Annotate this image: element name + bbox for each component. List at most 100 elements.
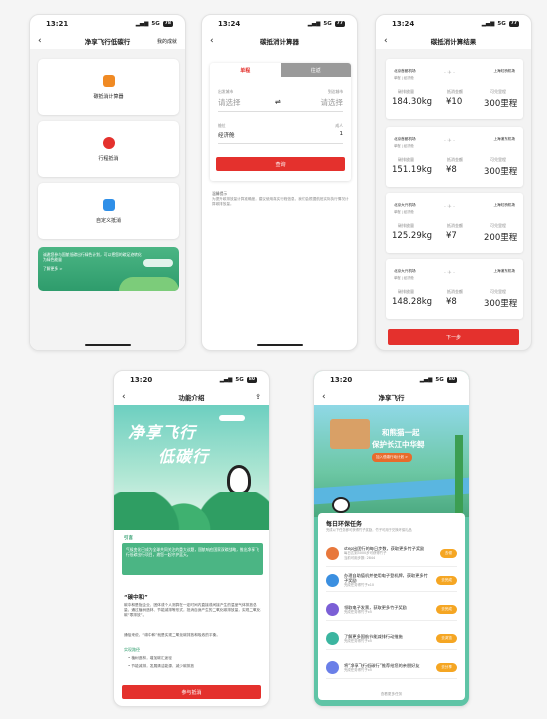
origin-airport: 北京首都机场	[394, 137, 416, 141]
nav-bar: ‹ 碳抵消计算器	[202, 33, 357, 49]
task-text: 领取电子发票，获取更多竹子奖励 完成任务得竹子x5	[344, 605, 431, 615]
task-subtitle: 完成任务得竹子x5	[344, 667, 372, 672]
plane-illustration	[143, 259, 173, 267]
tab-one-way[interactable]: 单程	[210, 63, 281, 77]
nav-bar: ‹ 净享飞行	[314, 389, 469, 405]
amount-label: 抵消金额	[447, 223, 463, 228]
task-action-button[interactable]: 去浏览	[436, 634, 457, 643]
carbon-label: 碳排放量	[398, 223, 414, 228]
tab-round-trip[interactable]: 往返	[280, 63, 351, 77]
screen-calc-results: 13:24 ▂▄▆ 5G 77 ‹ 碳抵消计算结果 北京首都机场 单程 | 经济舱 - …	[375, 14, 532, 351]
destination-airport: 上海虹桥机场	[493, 69, 515, 73]
signal-icon: ▂▄▆	[219, 377, 233, 383]
battery-icon: 77	[508, 21, 519, 27]
screen-eco-tasks: 13:20 ▂▄▆ 5G 80 ‹ 净享飞行 和熊猫一起 保护长江中华鲟 加入低碳行…	[313, 370, 470, 707]
arrive-city-input[interactable]: 请选择	[321, 97, 344, 108]
carbon-label: 碳排放量	[398, 289, 414, 294]
task-subtitle: 完成任务得竹子x5	[344, 638, 372, 643]
screen-low-carbon-home: 13:21 ▂▄▆ 5G 78 ‹ 净享飞行低碳行 我的成就 碳抵消计算器 行程抵消…	[29, 14, 186, 351]
my-achievements-link[interactable]: 我的成就	[155, 38, 177, 45]
network-type: 5G	[497, 21, 506, 27]
cabin-select[interactable]: 经济舱	[218, 131, 235, 139]
result-card: 北京大兴机场 单程 | 经济舱 - ✈ - 上海浦东机场 碳排放量 抵消金额 可兑里程 148…	[386, 259, 523, 319]
status-bar: 13:20 ▂▄▆ 5G 80	[114, 371, 269, 389]
plane-icon: - ✈ -	[444, 70, 455, 76]
banner-text: 诚邀您参与国航低碳出行绿色计划，可以把您的碳足迹转化为绿色能量	[43, 252, 142, 262]
clock: 13:24	[392, 20, 415, 28]
origin-airport: 北京首都机场	[394, 69, 416, 73]
participate-button[interactable]: 参与抵消	[122, 685, 261, 699]
clock: 13:20	[330, 376, 353, 384]
miles-value: 200里程	[484, 233, 518, 243]
trees-illustration	[114, 492, 269, 530]
task-row: 了解更多国航节能减排行动措施 完成任务得竹子x5 去浏览	[326, 628, 457, 650]
house-illustration	[330, 419, 370, 449]
task-action-button[interactable]: 去完成	[436, 576, 457, 585]
tip-text: 为提升碳排放量计算准确度，建议使用真实行程信息，我们会根据航班实际执行情况计算碳…	[212, 197, 349, 206]
next-button[interactable]: 下一步	[388, 329, 519, 345]
custom-offset-card[interactable]: 自定义抵消	[38, 183, 179, 239]
page-title: 碳抵消计算器	[260, 38, 299, 46]
task-action-button[interactable]: 去分享	[436, 663, 457, 672]
back-icon[interactable]: ‹	[210, 36, 232, 46]
method-item: • 节能减排，发展清洁能源、减少碳排放	[128, 664, 195, 668]
back-icon[interactable]: ‹	[38, 36, 60, 46]
status-bar: 13:24 ▂▄▆ 5G 77	[202, 15, 357, 33]
task-steps: 当前可用步数: 2844	[344, 556, 376, 560]
battery-icon: 77	[334, 21, 345, 27]
plane-illustration	[219, 415, 245, 421]
custom-offset-label: 自定义抵消	[95, 217, 121, 224]
trip-type: 单程 | 经济舱	[394, 76, 414, 80]
task-action-button[interactable]: 去完成	[436, 605, 457, 614]
trip-icon	[102, 136, 115, 149]
origin-airport: 北京大兴机场	[394, 269, 416, 273]
back-icon[interactable]: ‹	[322, 392, 344, 402]
method-text: 节能减排，发展清洁能源、减少碳排放	[131, 664, 195, 668]
more-tasks-link[interactable]: 查看更多任务	[318, 692, 465, 697]
page-title: 功能介绍	[178, 394, 205, 402]
carbon-value: 125.29kg	[392, 231, 433, 241]
form-panel: 单程 往返 出发城市 到达城市 请选择 ⇌ 请选择 舱位 成人 经济舱 1 查询	[210, 63, 351, 181]
destination-airport: 上海浦东机场	[493, 269, 515, 273]
result-card: 北京大兴机场 单程 | 经济舱 - ✈ - 上海虹桥机场 碳排放量 抵消金额 可兑里程 125…	[386, 193, 523, 253]
battery-icon: 80	[246, 377, 257, 383]
section-text-2: 通俗来说，“碳中和”就是实现二氧化碳排放和吸收的平衡。	[124, 633, 221, 637]
carbon-label: 碳排放量	[398, 157, 414, 162]
task-action-button[interactable]: 去领	[439, 549, 457, 558]
section-heading: “碳中和”	[124, 595, 148, 601]
carbon-value: 184.30kg	[392, 97, 433, 107]
task-subtitle: 完成任务得竹子x5	[344, 609, 372, 614]
query-button[interactable]: 查询	[216, 157, 345, 171]
adult-count[interactable]: 1	[340, 131, 344, 137]
back-icon[interactable]: ‹	[122, 392, 144, 402]
network-type: 5G	[151, 21, 160, 27]
divider	[218, 111, 343, 112]
task-icon	[326, 547, 339, 560]
network-type: 5G	[323, 21, 332, 27]
task-icon	[326, 574, 339, 587]
amount-label: 抵消金额	[447, 157, 463, 162]
miles-label: 可兑里程	[490, 223, 506, 228]
hero-banner: 和熊猫一起 保护长江中华鲟 加入低碳行动计划 >	[314, 405, 469, 517]
swap-icon[interactable]: ⇌	[275, 98, 281, 106]
task-icon	[326, 603, 339, 616]
origin-airport: 北京大兴机场	[394, 203, 416, 207]
signal-icon: ▂▄▆	[307, 21, 321, 27]
methods-heading: 实现路径	[124, 647, 140, 652]
home-indicator	[256, 343, 303, 346]
page-title: 净享飞行	[378, 394, 405, 402]
clock: 13:20	[130, 376, 153, 384]
calculator-card[interactable]: 碳抵消计算器	[38, 59, 179, 115]
signal-icon: ▂▄▆	[481, 21, 495, 27]
join-plan-button[interactable]: 加入低碳行动计划 >	[372, 453, 413, 462]
miles-value: 300里程	[484, 299, 518, 309]
share-icon[interactable]: ⇪	[239, 393, 261, 401]
promo-banner[interactable]: 诚邀您参与国航低碳出行绿色计划，可以把您的碳足迹转化为绿色能量 了解更多 >	[38, 247, 179, 291]
trip-offset-card[interactable]: 行程抵消	[38, 121, 179, 177]
adult-label: 成人	[335, 123, 343, 128]
task-row: step出团行的每日步数，获取更多竹子奖励 每日达到3000步可获得竹子 当前可用步…	[326, 541, 457, 567]
depart-city-input[interactable]: 请选择	[218, 97, 241, 108]
back-icon[interactable]: ‹	[384, 36, 406, 46]
page-title: 净享飞行低碳行	[84, 38, 131, 46]
method-text: 植树造林，增加碳汇途径	[131, 656, 172, 660]
